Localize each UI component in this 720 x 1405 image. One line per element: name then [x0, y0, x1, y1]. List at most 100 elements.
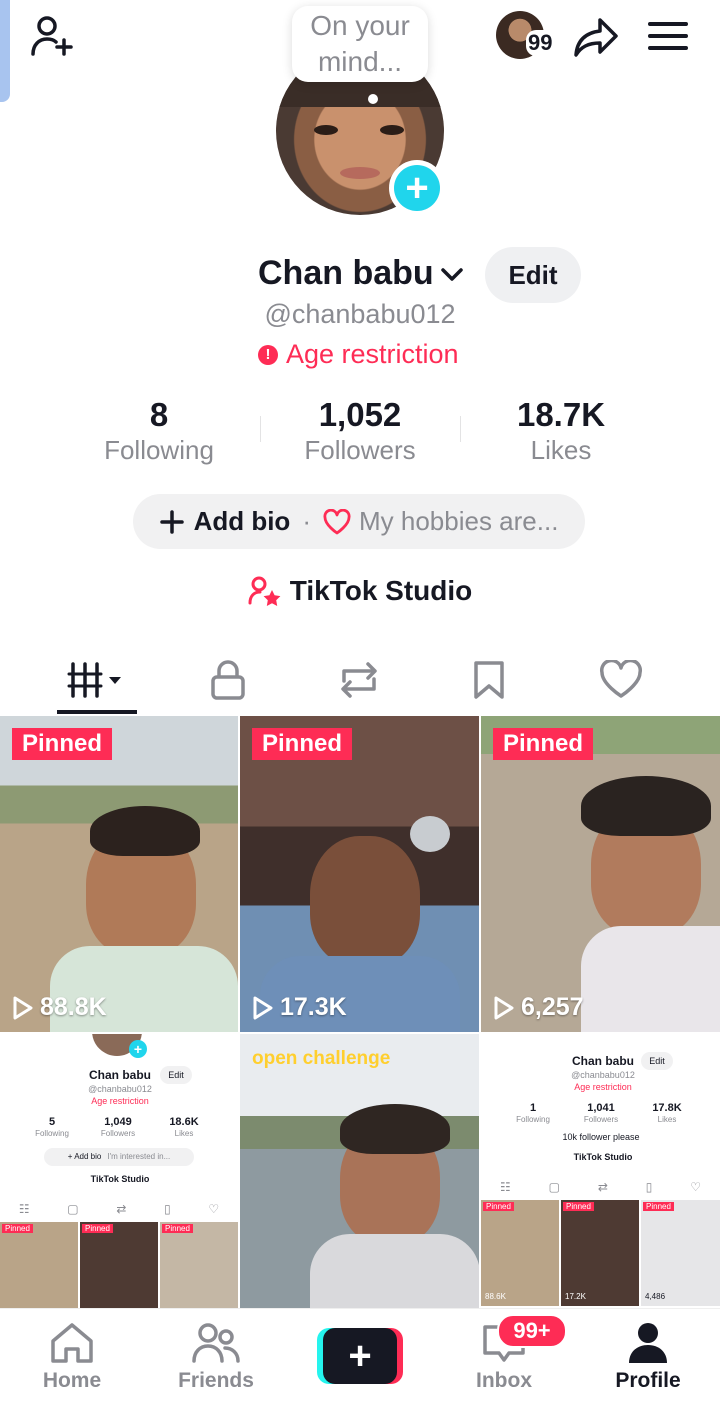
view-count-text: 88.8K: [40, 993, 107, 1021]
nav-home-label: Home: [42, 1369, 102, 1392]
mini-stat: 1: [529, 1102, 537, 1114]
mini-pinned: Pinned: [643, 1202, 674, 1211]
videos-tab[interactable]: [47, 652, 147, 708]
tiktok-studio-label: TikTok Studio: [289, 575, 473, 606]
note-bubble-tail: [368, 94, 378, 104]
mini-bio-add: + Add bio: [67, 1152, 102, 1161]
stat-likes[interactable]: 18.7K Likes: [461, 395, 661, 465]
private-tab[interactable]: [178, 652, 278, 708]
mini-handle: @chanbabu012: [88, 1084, 152, 1094]
likes-label: Likes: [530, 435, 592, 465]
mini-stat-label: Followers: [100, 1129, 136, 1138]
liked-tab[interactable]: [571, 652, 671, 708]
video-thumbnail[interactable]: + Chan babu Edit @chanbabu012 Age restri…: [0, 1034, 238, 1308]
mini-stat-label: Likes: [657, 1115, 677, 1124]
mini-views: 88.6K: [485, 1292, 506, 1301]
view-count-text: 6,257: [521, 993, 584, 1021]
heart-icon: [600, 660, 642, 698]
favorites-tab[interactable]: [439, 652, 539, 708]
mini-views: 17.2K: [565, 1292, 586, 1301]
person-face: [310, 836, 420, 966]
reposts-tab[interactable]: [309, 652, 409, 708]
add-bio: Add bio: [159, 506, 291, 537]
pinned-badge: Pinned: [12, 728, 113, 760]
edge-tab: [0, 0, 10, 102]
mini-bio: 10k follower please: [562, 1132, 640, 1142]
stat-following[interactable]: 8 Following: [59, 395, 259, 465]
age-restriction-link[interactable]: ! Age restriction: [258, 339, 459, 370]
nav-profile-label: Profile: [615, 1369, 681, 1392]
share-icon[interactable]: [570, 10, 622, 62]
followers-label: Followers: [304, 435, 416, 465]
mini-pinned: Pinned: [563, 1202, 594, 1211]
bookmark-icon: [474, 661, 504, 699]
view-count: 17.3K: [252, 993, 347, 1022]
active-tab-indicator: [57, 710, 137, 714]
mini-edit: Edit: [641, 1052, 673, 1070]
note-bubble[interactable]: On your mind...: [292, 6, 428, 82]
mini-studio: TikTok Studio: [573, 1152, 633, 1162]
mini-stat-label: Followers: [583, 1115, 619, 1124]
video-thumbnail[interactable]: Pinned 6,257: [481, 716, 720, 1032]
video-thumbnail[interactable]: open challenge: [240, 1034, 479, 1308]
menu-icon[interactable]: [644, 12, 692, 60]
nav-friends-label: Friends: [178, 1369, 254, 1392]
mini-stat: 18.6K: [169, 1116, 199, 1128]
play-icon: [494, 996, 514, 1019]
nav-friends[interactable]: Friends: [144, 1309, 288, 1405]
tiktok-studio-link[interactable]: TikTok Studio: [0, 575, 720, 607]
mini-stat: 1,049: [104, 1116, 132, 1128]
following-count: 8: [149, 396, 169, 433]
mini-stat: 1,041: [587, 1102, 615, 1114]
mini-bio-hint: I'm interested in...: [107, 1152, 171, 1161]
mini-stat: 17.8K: [652, 1102, 682, 1114]
mini-stat-label: Following: [35, 1129, 69, 1138]
age-restriction-text: Age restriction: [286, 339, 459, 369]
profile-name-text: Chan babu: [258, 254, 434, 292]
add-bio-label: Add bio: [193, 506, 291, 536]
nav-home[interactable]: Home: [0, 1309, 144, 1405]
video-thumbnail[interactable]: Pinned 88.8K: [0, 716, 238, 1032]
mini-stat: 5: [48, 1116, 56, 1128]
create-button[interactable]: +: [317, 1328, 403, 1384]
friends-icon: [192, 1323, 240, 1363]
nav-inbox-label: Inbox: [476, 1369, 532, 1392]
video-caption: open challenge: [252, 1048, 391, 1069]
pinned-badge: Pinned: [252, 728, 353, 760]
plus-icon: +: [323, 1328, 397, 1384]
mini-pinned: Pinned: [2, 1224, 33, 1233]
heart-icon: [323, 508, 351, 534]
story-count-badge: 99: [526, 30, 555, 56]
home-icon: [51, 1323, 93, 1363]
inbox-badge: 99+: [497, 1314, 567, 1348]
mini-stat-label: Likes: [174, 1129, 194, 1138]
video-thumbnail[interactable]: Pinned 17.3K: [240, 716, 479, 1032]
mini-views: 4,486: [645, 1292, 666, 1301]
edit-profile-button[interactable]: Edit: [485, 247, 581, 303]
grid-icon: [67, 662, 121, 698]
play-icon: [253, 996, 273, 1019]
nav-profile[interactable]: Profile: [576, 1309, 720, 1405]
bio-hint-text: My hobbies are...: [359, 506, 559, 536]
plus-icon: +: [394, 165, 440, 211]
mini-handle: @chanbabu012: [571, 1070, 635, 1080]
stat-followers[interactable]: 1,052 Followers: [260, 395, 460, 465]
pinned-badge: Pinned: [493, 728, 594, 760]
plus-icon: [159, 509, 184, 534]
lock-icon: [211, 660, 245, 700]
video-thumbnail[interactable]: Chan babu Edit @chanbabu012 Age restrict…: [481, 1034, 720, 1308]
view-count-text: 17.3K: [280, 993, 347, 1021]
view-count: 88.8K: [12, 993, 107, 1022]
add-story-button[interactable]: +: [389, 160, 445, 216]
repost-icon: [341, 662, 377, 698]
mini-pinned: Pinned: [483, 1202, 514, 1211]
following-label: Following: [104, 435, 214, 465]
mini-age: Age restriction: [574, 1082, 632, 1092]
bio-separator: ·: [302, 506, 311, 536]
likes-count: 18.7K: [516, 396, 606, 433]
add-friend-icon[interactable]: [26, 10, 78, 62]
studio-icon: [248, 576, 281, 606]
profile-name[interactable]: Chan babu: [258, 254, 466, 293]
add-bio-button[interactable]: Add bio · My hobbies are...: [133, 494, 585, 549]
mini-studio: TikTok Studio: [90, 1174, 150, 1184]
